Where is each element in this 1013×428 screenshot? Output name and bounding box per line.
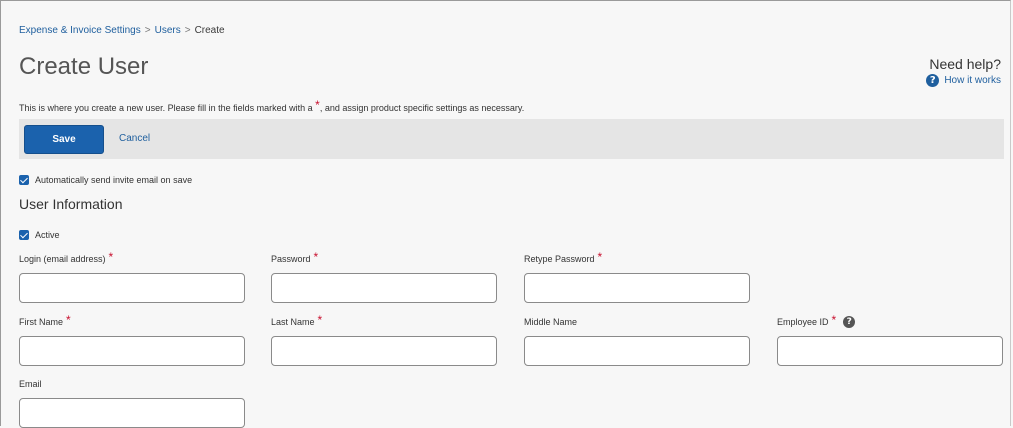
retype-password-label: Retype Password * — [524, 250, 750, 266]
breadcrumb: Expense & Invoice Settings > Users > Create — [19, 25, 225, 36]
required-marker: * — [66, 313, 71, 327]
first-name-label: First Name * — [19, 313, 245, 329]
intro-text-after: , and assign product specific settings a… — [319, 103, 525, 113]
required-marker: * — [597, 250, 603, 264]
invite-email-label: Automatically send invite email on save — [35, 175, 193, 185]
login-label: Login (email address) * — [19, 250, 245, 266]
middle-name-label: Middle Name — [524, 315, 750, 329]
required-marker: * — [317, 313, 323, 327]
middle-name-input[interactable] — [524, 336, 750, 366]
last-name-label: Last Name * — [271, 313, 497, 329]
employee-id-label-text: Employee ID — [777, 317, 829, 327]
active-checkbox[interactable] — [19, 230, 29, 240]
middle-name-label-text: Middle Name — [524, 317, 578, 327]
page-title: Create User — [19, 53, 149, 80]
retype-password-input[interactable] — [524, 273, 750, 303]
email-label: Email — [19, 377, 245, 391]
intro-text-before: This is where you create a new user. Ple… — [19, 103, 316, 113]
login-field-group: Login (email address) * — [19, 250, 245, 303]
password-label: Password * — [271, 250, 497, 266]
save-button[interactable]: Save — [24, 125, 104, 154]
first-name-label-text: First Name — [19, 317, 64, 327]
password-input[interactable] — [271, 273, 497, 303]
action-toolbar: Save Cancel — [19, 119, 1004, 159]
email-input[interactable] — [19, 398, 245, 428]
required-marker: * — [313, 250, 319, 264]
retype-password-field-group: Retype Password * — [524, 250, 750, 303]
cancel-button[interactable]: Cancel — [119, 133, 150, 144]
last-name-input[interactable] — [271, 336, 497, 366]
help-panel: Need help? ? How it works — [926, 56, 1001, 87]
login-input[interactable] — [19, 273, 245, 303]
required-marker: * — [831, 313, 837, 327]
breadcrumb-separator: > — [184, 25, 191, 36]
last-name-label-text: Last Name — [271, 317, 315, 327]
first-name-input[interactable] — [19, 336, 245, 366]
email-label-text: Email — [19, 379, 42, 389]
question-help-icon[interactable]: ? — [843, 316, 856, 328]
login-label-text: Login (email address) — [19, 254, 106, 264]
breadcrumb-separator: > — [144, 25, 151, 36]
question-circle-icon: ? — [926, 74, 940, 87]
last-name-field-group: Last Name * — [271, 313, 497, 366]
password-label-text: Password — [271, 254, 311, 264]
invite-email-checkbox[interactable] — [19, 175, 29, 185]
page-frame: Expense & Invoice Settings > Users > Create … — [0, 0, 1011, 428]
how-it-works-link[interactable]: ? How it works — [926, 74, 1001, 87]
password-field-group: Password * — [271, 250, 497, 303]
intro-text: This is where you create a new user. Ple… — [19, 98, 524, 113]
help-title: Need help? — [929, 56, 1001, 72]
middle-name-field-group: Middle Name — [524, 315, 750, 366]
required-marker: * — [108, 250, 114, 264]
retype-password-label-text: Retype Password — [524, 254, 595, 264]
how-it-works-label: How it works — [944, 75, 1001, 86]
first-name-field-group: First Name * — [19, 313, 245, 366]
breadcrumb-link-users[interactable]: Users — [155, 25, 181, 36]
active-label: Active — [35, 230, 60, 240]
breadcrumb-current: Create — [194, 25, 225, 36]
employee-id-field-group: Employee ID *? — [777, 313, 1003, 366]
breadcrumb-link-expense-settings[interactable]: Expense & Invoice Settings — [19, 25, 141, 36]
user-information-heading: User Information — [19, 196, 123, 212]
employee-id-input[interactable] — [777, 336, 1003, 366]
email-field-group: Email — [19, 377, 245, 428]
invite-email-row: Automatically send invite email on save — [19, 175, 192, 185]
employee-id-label: Employee ID *? — [777, 313, 1003, 329]
active-row: Active — [19, 230, 60, 240]
